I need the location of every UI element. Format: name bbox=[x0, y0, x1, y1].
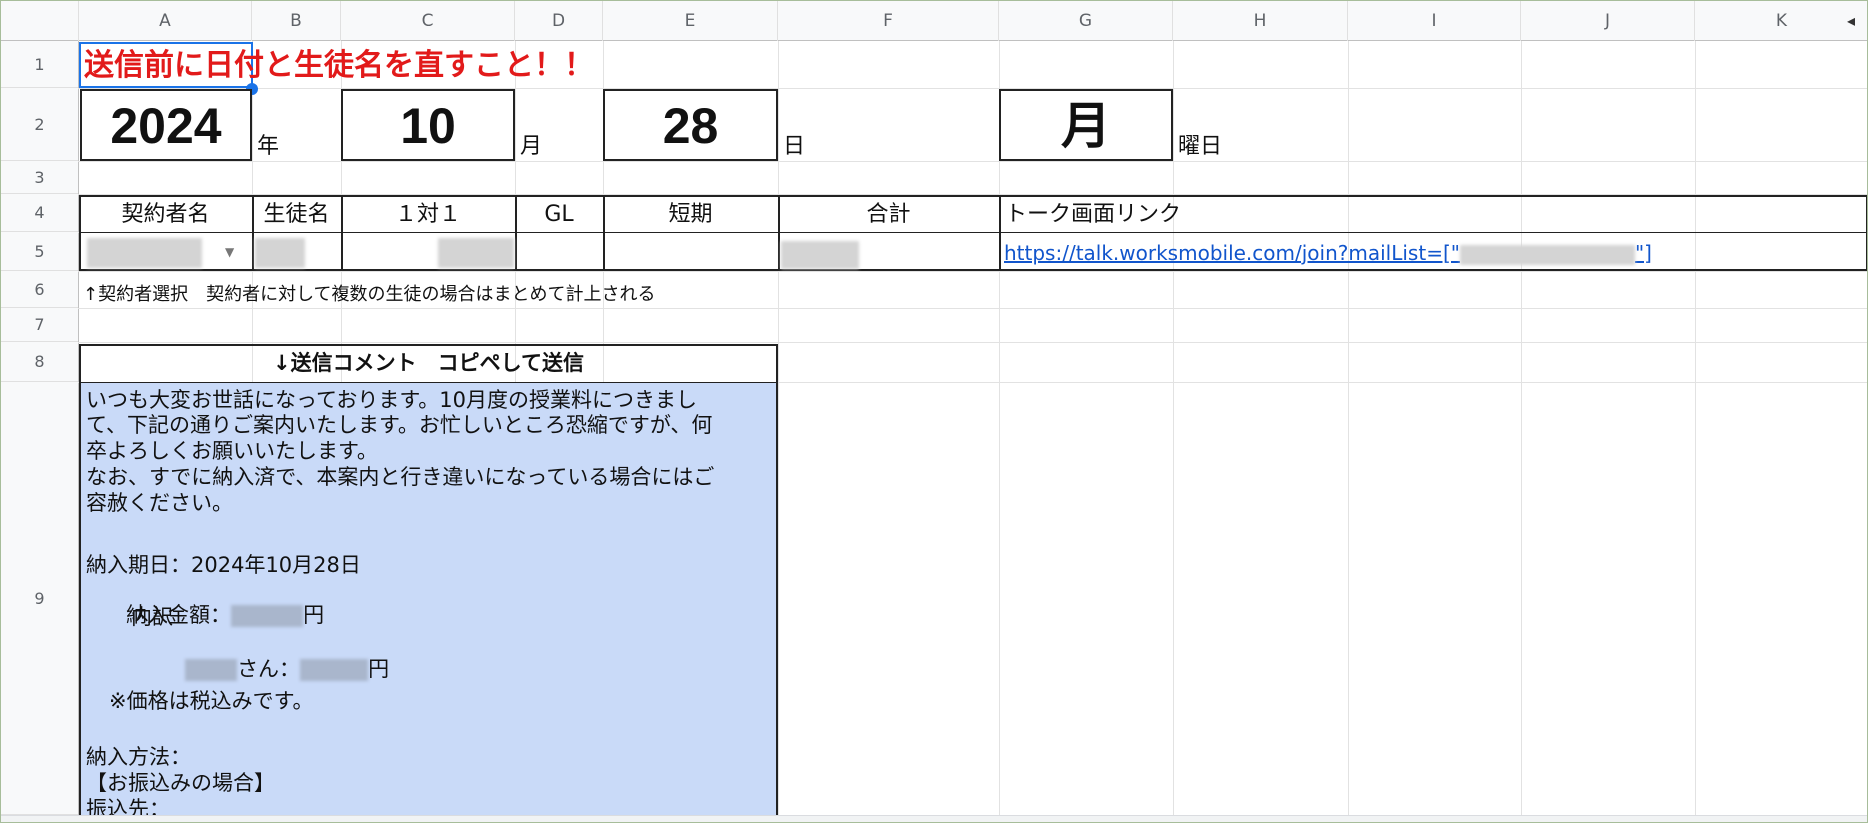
instruction-part2: 付と生徒名を直すこと！！ bbox=[234, 48, 594, 83]
header-short-term: 短期 bbox=[668, 202, 713, 227]
comment-line7-suffix: 円 bbox=[303, 603, 325, 627]
comment-line9-suffix: 円 bbox=[368, 657, 390, 681]
column-header-j[interactable]: J bbox=[1521, 1, 1695, 41]
comment-line10: ※価格は税込みです。 bbox=[109, 689, 314, 713]
day-box[interactable]: 28 bbox=[603, 89, 778, 161]
comment-line2: て、下記の通りご案内いたします。お忙しいところ恐縮ですが、何 bbox=[86, 413, 713, 437]
header-total: 合計 bbox=[866, 202, 911, 227]
one-on-one-value-redacted bbox=[438, 238, 514, 268]
select-all-corner[interactable] bbox=[1, 1, 79, 41]
talk-link[interactable]: https://talk.worksmobile.com/join?mailLi… bbox=[1004, 241, 1652, 265]
row-header-4[interactable]: 4 bbox=[1, 194, 78, 232]
comment-line1: いつも大変お世話になっております。10月度の授業料につきまし bbox=[86, 388, 697, 412]
row-header-bar: 1 2 3 4 5 6 7 8 9 bbox=[1, 41, 79, 822]
student-amount-redacted bbox=[300, 659, 369, 681]
header-contractor-name: 契約者名 bbox=[121, 202, 210, 227]
month-box[interactable]: 10 bbox=[341, 89, 515, 161]
spreadsheet: A B C D E F G H I J K ◂ 1 2 3 4 5 6 7 8 … bbox=[0, 0, 1868, 823]
comment-line6: 納入期日：2024年10月28日 bbox=[86, 553, 361, 577]
column-header-d[interactable]: D bbox=[515, 1, 603, 41]
column-header-i[interactable]: I bbox=[1348, 1, 1521, 41]
row-header-7[interactable]: 7 bbox=[1, 308, 78, 342]
student-value-redacted bbox=[255, 238, 305, 268]
comment-line5: 容赦ください。 bbox=[86, 491, 233, 515]
header-gl: GL bbox=[544, 202, 574, 227]
row-header-8[interactable]: 8 bbox=[1, 342, 78, 382]
header-talk-link: トーク画面リンク bbox=[1005, 202, 1182, 227]
column-header-k[interactable]: K bbox=[1695, 1, 1867, 41]
year-box[interactable]: 2024 bbox=[80, 89, 252, 161]
talk-link-suffix[interactable]: "] bbox=[1635, 241, 1652, 265]
amount-redacted bbox=[231, 605, 304, 627]
row-header-9[interactable]: 9 bbox=[1, 382, 78, 815]
column-header-e[interactable]: E bbox=[603, 1, 778, 41]
comment-body[interactable]: いつも大変お世話になっております。10月度の授業料につきまし て、下記の通りご案… bbox=[79, 383, 778, 815]
row-header-3[interactable]: 3 bbox=[1, 161, 78, 194]
column-header-g[interactable]: G bbox=[999, 1, 1173, 41]
month-unit: 月 bbox=[520, 134, 543, 159]
comment-line12: 【お振込みの場合】 bbox=[86, 771, 275, 795]
contractor-value-redacted bbox=[87, 238, 202, 268]
instruction-part1: 送信前に日 bbox=[84, 48, 234, 83]
column-header-bar: A B C D E F G H I J K ◂ bbox=[1, 1, 1867, 41]
talk-link-redacted bbox=[1459, 244, 1635, 265]
comment-line13: 振込先： bbox=[86, 797, 170, 815]
comment-line4: なお、すでに納入済で、本案内と行き違いになっている場合にはご bbox=[86, 465, 715, 489]
weekday-box[interactable]: 月 bbox=[999, 89, 1173, 161]
year-unit: 年 bbox=[257, 134, 280, 159]
column-header-h[interactable]: H bbox=[1173, 1, 1348, 41]
contractor-dropdown-icon[interactable]: ▼ bbox=[225, 245, 234, 259]
cell-a1-instruction: 送信前に日付と生徒名を直すこと！！ bbox=[84, 44, 594, 88]
column-header-a[interactable]: A bbox=[79, 1, 252, 41]
comment-line3: 卒よろしくお願いいたします。 bbox=[86, 439, 378, 463]
header-one-on-one: １対１ bbox=[394, 202, 461, 227]
header-student-name: 生徒名 bbox=[263, 202, 330, 227]
comment-line11: 納入方法： bbox=[86, 745, 191, 769]
column-header-b[interactable]: B bbox=[252, 1, 341, 41]
column-header-c[interactable]: C bbox=[341, 1, 515, 41]
comment-line9-mid: さん： bbox=[237, 657, 301, 681]
talk-link-prefix[interactable]: https://talk.worksmobile.com/join?mailLi… bbox=[1004, 241, 1460, 265]
student-name-redacted bbox=[185, 659, 238, 681]
column-header-f[interactable]: F bbox=[778, 1, 999, 41]
comment-header: ↓送信コメント コピペして送信 bbox=[273, 351, 584, 375]
note-row6: ↑契約者選択 契約者に対して複数の生徒の場合はまとめて計上される bbox=[83, 284, 656, 305]
total-value-redacted bbox=[781, 241, 859, 269]
scroll-left-arrow-icon[interactable]: ◂ bbox=[1847, 1, 1855, 41]
day-unit: 日 bbox=[783, 134, 806, 159]
row-header-6[interactable]: 6 bbox=[1, 271, 78, 308]
row-header-1[interactable]: 1 bbox=[1, 41, 78, 88]
weekday-unit: 曜日 bbox=[1178, 134, 1223, 159]
row-header-2[interactable]: 2 bbox=[1, 88, 78, 161]
comment-line8: 内訳 bbox=[131, 605, 173, 629]
row-header-5[interactable]: 5 bbox=[1, 232, 78, 271]
